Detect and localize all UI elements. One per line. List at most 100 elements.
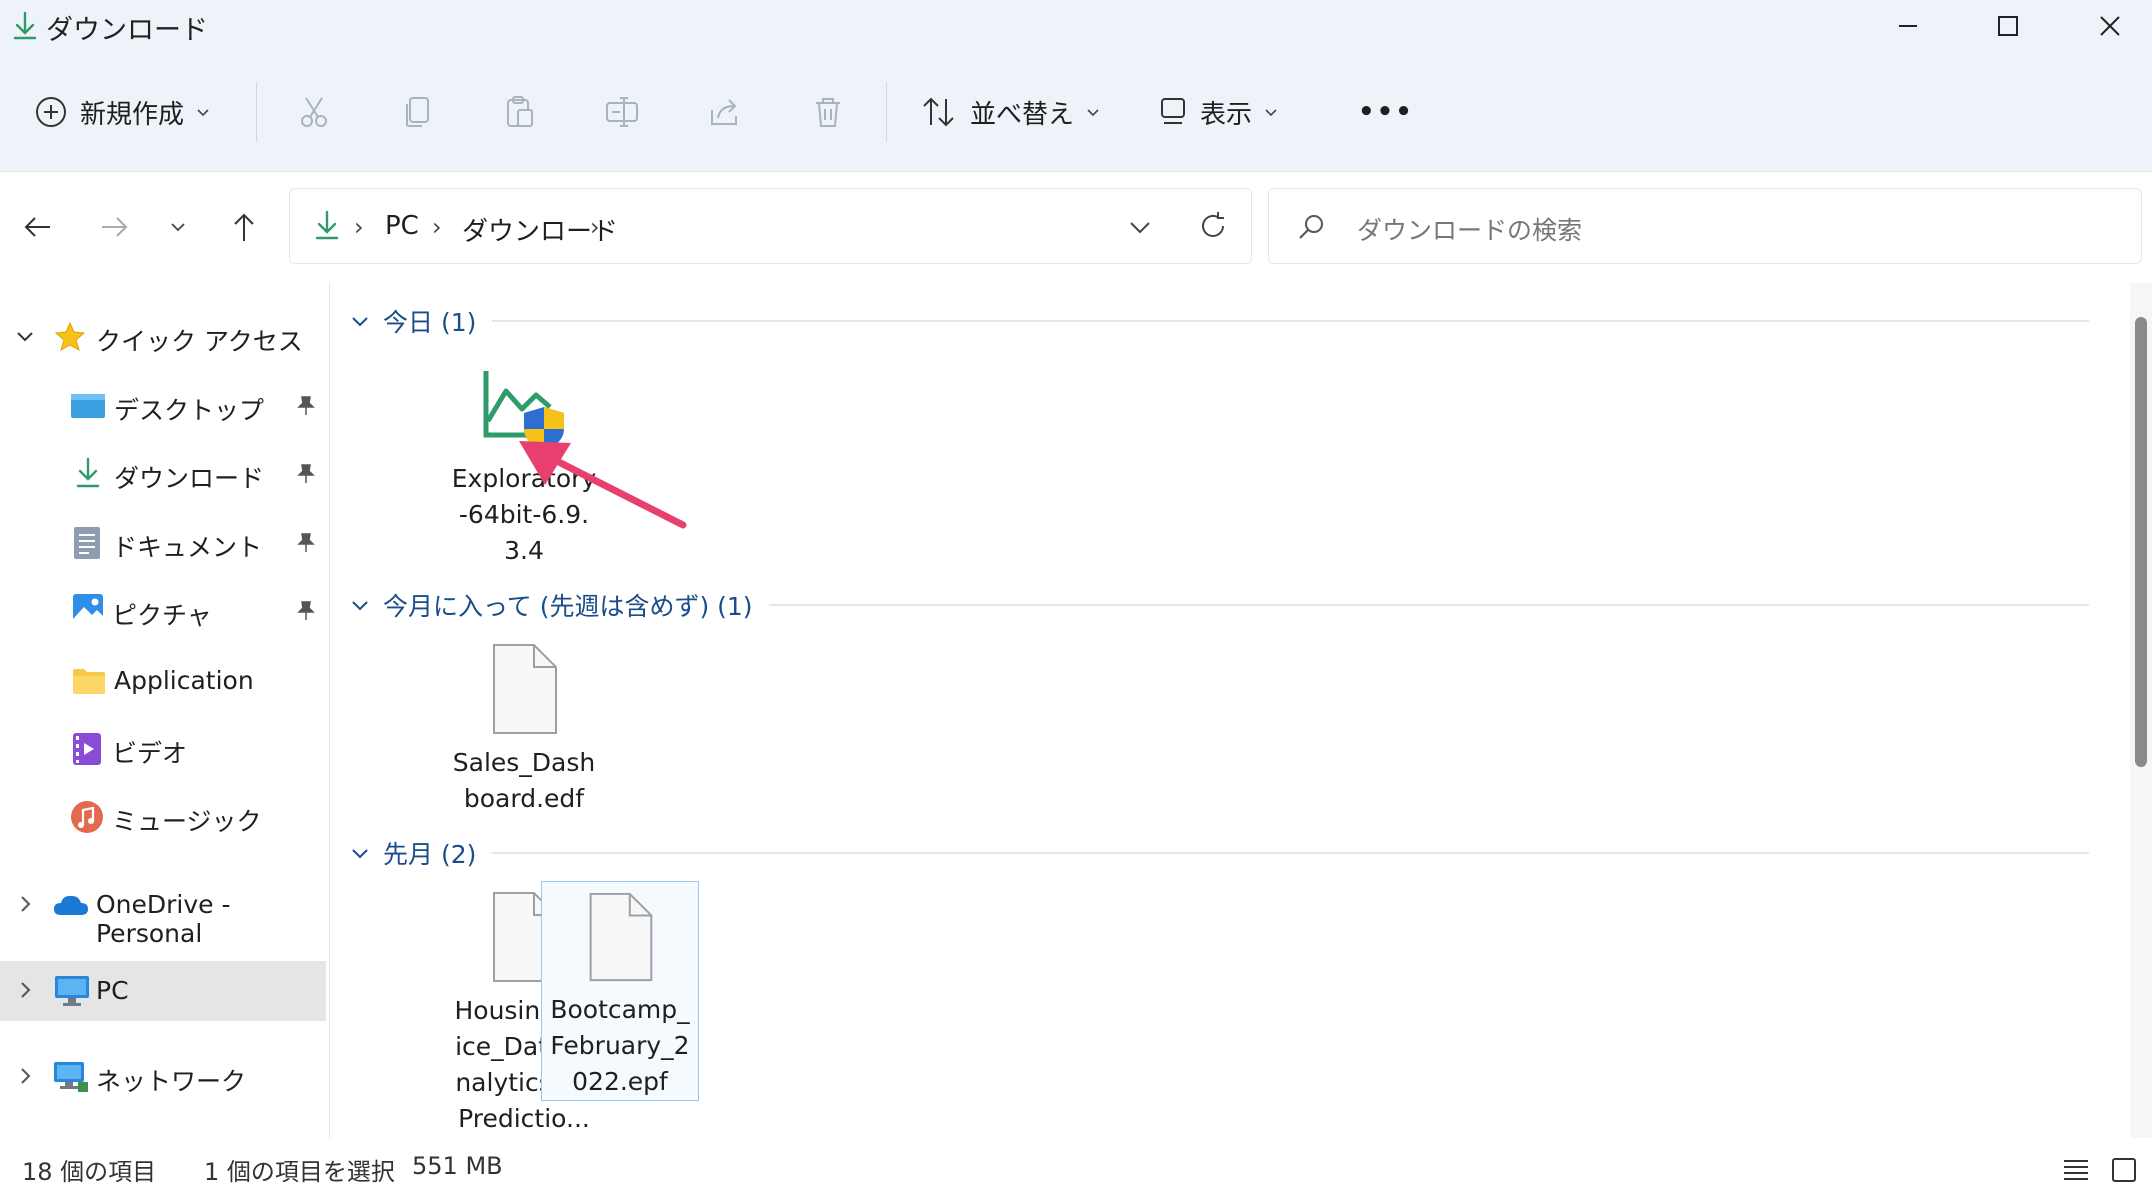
share-button[interactable]	[708, 52, 744, 172]
sidebar-item-desktop[interactable]: デスクトップ	[0, 376, 326, 436]
sidebar-item-onedrive[interactable]: OneDrive - Personal	[0, 875, 326, 948]
chevron-right-icon	[21, 1068, 31, 1084]
sidebar-item-pc[interactable]: PC	[0, 961, 326, 1021]
trash-icon	[816, 98, 840, 127]
search-box[interactable]: ダウンロードの検索	[1268, 188, 2142, 264]
paste-button[interactable]	[502, 52, 538, 172]
copy-button[interactable]	[400, 52, 436, 172]
status-bar: 18 個の項目 1 個の項目を選択 551 MB	[0, 1138, 2152, 1198]
videos-icon	[73, 733, 101, 765]
file-name-line: 022.epf	[572, 1067, 668, 1096]
file-item-bootcamp[interactable]: Bootcamp_ February_2 022.epf	[541, 881, 699, 1101]
refresh-icon[interactable]	[1196, 209, 1230, 243]
rename-button[interactable]	[604, 52, 640, 172]
sidebar-item-label: ビデオ	[112, 739, 188, 768]
navigation-pane: クイック アクセス デスクトップ ダウンロード ドキュメント ピクチャ Appl…	[0, 283, 330, 1138]
breadcrumb-pc[interactable]: PC	[385, 211, 419, 241]
sidebar-item-label: ネットワーク	[96, 1067, 247, 1096]
address-bar[interactable]: › PC › ダウンロード ›	[289, 188, 1252, 264]
file-item-sales-dashboard[interactable]: Sales_Dash board.edf	[445, 641, 603, 817]
maximize-button[interactable]	[1958, 0, 2058, 52]
up-button[interactable]	[214, 197, 274, 257]
chevron-down-icon	[171, 223, 185, 232]
blank-file-icon	[589, 892, 653, 982]
file-name-line: Sales_Dash	[452, 748, 596, 777]
chevron-down-icon[interactable]	[1126, 213, 1154, 241]
details-view-icon[interactable]	[2062, 1158, 2090, 1182]
group-divider	[492, 320, 2089, 322]
sidebar-item-videos[interactable]: ビデオ	[0, 719, 326, 779]
download-arrow-icon	[76, 457, 100, 488]
blank-file-icon	[493, 644, 557, 734]
title-bar: ダウンロード	[0, 0, 2152, 52]
sidebar-item-music[interactable]: ミュージック	[0, 787, 326, 847]
minimize-button[interactable]	[1858, 0, 1958, 52]
sidebar-item-downloads[interactable]: ダウンロード	[0, 444, 326, 504]
back-button[interactable]	[8, 197, 68, 257]
view-button[interactable]: 表示	[1158, 52, 1278, 172]
close-button[interactable]	[2060, 0, 2152, 52]
annotation-arrow	[519, 441, 687, 529]
download-arrow-icon	[315, 210, 339, 240]
sidebar-item-application[interactable]: Application	[0, 651, 326, 711]
sidebar-item-pictures[interactable]: ピクチャ	[0, 581, 326, 641]
large-icons-view-icon[interactable]	[2110, 1156, 2138, 1184]
breadcrumb-separator: ›	[432, 213, 442, 241]
delete-button[interactable]	[810, 52, 846, 172]
file-name-line: Predictio...	[458, 1104, 590, 1133]
pictures-icon	[73, 594, 103, 624]
plus-circle-icon	[36, 97, 66, 127]
arrow-right-icon	[102, 217, 128, 237]
toolbar-divider	[886, 82, 887, 142]
chevron-down-icon	[17, 332, 33, 342]
chevron-down-icon	[197, 109, 209, 117]
selection-size: 551 MB	[412, 1152, 503, 1180]
group-header-today[interactable]: 今日 (1)	[349, 303, 2089, 339]
network-icon	[54, 1062, 88, 1092]
file-list: 今日 (1) Exploratory -64bit-6.9. 3.4 今月に入っ…	[331, 283, 2121, 1138]
close-icon	[2100, 16, 2120, 36]
recent-locations-button[interactable]	[148, 197, 208, 257]
group-header-last-month[interactable]: 先月 (2)	[349, 835, 2089, 871]
sidebar-item-quick-access[interactable]: クイック アクセス	[0, 307, 326, 367]
sidebar-item-label: ダウンロード	[114, 464, 265, 493]
arrow-up-icon	[234, 213, 254, 241]
selection-count: 1 個の項目を選択	[204, 1158, 395, 1186]
arrow-left-icon	[24, 217, 50, 237]
rename-icon	[606, 97, 638, 127]
sidebar-item-label: PC	[96, 976, 129, 1005]
group-title: 今日 (1)	[383, 308, 477, 337]
file-name-line: February_2	[550, 1031, 690, 1060]
group-divider	[492, 852, 2089, 854]
sidebar-item-label: クイック アクセス	[96, 327, 303, 356]
sidebar-item-documents[interactable]: ドキュメント	[0, 513, 326, 573]
view-label: 表示	[1200, 99, 1253, 130]
vertical-scrollbar[interactable]	[2130, 283, 2152, 1138]
pin-icon	[297, 464, 315, 483]
chevron-down-icon	[1087, 109, 1099, 117]
scrollbar-thumb[interactable]	[2135, 317, 2147, 767]
sort-arrows-icon	[923, 97, 954, 127]
view-monitor-icon	[1161, 98, 1185, 124]
group-title: 先月 (2)	[383, 840, 477, 869]
music-icon	[71, 801, 103, 833]
window-title: ダウンロード	[46, 15, 208, 46]
new-button[interactable]: 新規作成	[34, 52, 210, 172]
desktop-folder-icon	[71, 394, 105, 418]
folder-icon	[73, 669, 105, 694]
pin-icon	[297, 533, 315, 552]
more-label: •••	[1358, 97, 1414, 127]
sidebar-item-label: ドキュメント	[112, 533, 263, 562]
documents-icon	[74, 527, 100, 559]
more-options-button[interactable]: •••	[1346, 52, 1414, 172]
sidebar-item-label: ミュージック	[112, 807, 262, 836]
forward-button[interactable]	[84, 197, 144, 257]
sort-button[interactable]: 並べ替え	[920, 52, 1100, 172]
cloud-icon	[54, 895, 88, 915]
sidebar-item-label: Application	[114, 666, 254, 695]
group-header-this-month[interactable]: 今月に入って (先週は含めず) (1)	[349, 587, 2089, 623]
cut-button[interactable]	[296, 52, 332, 172]
chevron-down-icon	[352, 601, 368, 611]
sidebar-item-network[interactable]: ネットワーク	[0, 1047, 326, 1107]
copy-icon	[406, 97, 429, 127]
